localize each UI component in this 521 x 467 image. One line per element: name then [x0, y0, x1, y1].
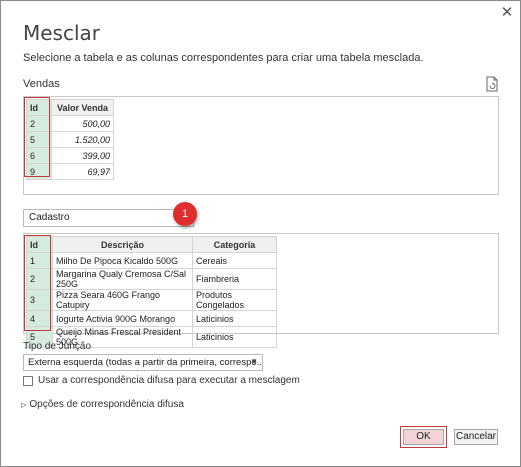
cell-id: 9	[26, 163, 52, 180]
join-type-select[interactable]: Externa esquerda (todas a partir da prim…	[23, 354, 263, 371]
cell-id: 1	[26, 252, 53, 269]
table2-grid: Id Descrição Categoria 1 Milho De Pipoca…	[26, 236, 277, 348]
cell-id: 4	[26, 310, 53, 327]
close-icon[interactable]: ✕	[498, 4, 516, 22]
ok-button[interactable]: OK	[403, 429, 444, 445]
chevron-down-icon: ▼	[250, 357, 258, 366]
cell-categoria: Laticinios	[192, 326, 277, 348]
column-header-id[interactable]: Id	[26, 99, 52, 116]
fuzzy-match-label: Usar a correspondência difusa para execu…	[38, 375, 300, 386]
cell-valor: 69,97	[51, 163, 114, 180]
table1-grid: Id Valor Venda 2 500,00 5 1.520,00 6 399…	[26, 99, 114, 180]
cell-descricao: Iogurte Activia 900G Morango	[52, 310, 193, 327]
fuzzy-options-expander[interactable]: ▷ Opções de correspondência difusa	[21, 399, 184, 410]
table1-preview-panel[interactable]: Id Valor Venda 2 500,00 5 1.520,00 6 399…	[23, 96, 499, 195]
refresh-icon[interactable]	[485, 76, 499, 92]
cell-id: 2	[26, 115, 52, 132]
fuzzy-match-checkbox[interactable]	[23, 375, 33, 386]
table-row: 1 Milho De Pipoca Kicaldo 500G Cereais	[26, 252, 277, 269]
table-row: 2 Margarina Qualy Cremosa C/Sal 250G Fia…	[26, 268, 277, 290]
column-header-id[interactable]: Id	[26, 236, 53, 253]
merge-dialog: ✕ Mesclar Selecione a tabela e as coluna…	[0, 0, 521, 467]
table2-select[interactable]: Cadastro	[23, 209, 194, 227]
table-row: 4 Iogurte Activia 900G Morango Laticinio…	[26, 310, 277, 327]
cell-id: 2	[26, 268, 53, 290]
cell-id: 3	[26, 289, 53, 311]
cell-categoria: Laticinios	[192, 310, 277, 327]
fuzzy-options-label: Opções de correspondência difusa	[29, 399, 184, 410]
join-type-value: Externa esquerda (todas a partir da prim…	[28, 357, 263, 368]
cell-categoria: Fiambreria	[192, 268, 277, 290]
table-row: 5 1.520,00	[26, 131, 114, 148]
column-header-categoria[interactable]: Categoria	[192, 236, 277, 253]
table-row: 6 399,00	[26, 147, 114, 164]
join-type-label: Tipo de Junção	[23, 341, 92, 352]
cell-id: 5	[26, 131, 52, 148]
table-row: 3 Pizza Seara 460G Frango Catupiry Produ…	[26, 289, 277, 311]
table-header-row: Id Descrição Categoria	[26, 236, 277, 253]
table2-preview-panel[interactable]: Id Descrição Categoria 1 Milho De Pipoca…	[23, 233, 499, 348]
cell-descricao: Margarina Qualy Cremosa C/Sal 250G	[52, 268, 193, 290]
chevron-right-icon: ▷	[21, 402, 27, 409]
cancel-button[interactable]: Cancelar	[454, 429, 498, 445]
step-badge: 1	[173, 202, 197, 226]
column-header-descricao[interactable]: Descrição	[52, 236, 193, 253]
fuzzy-match-row[interactable]: Usar a correspondência difusa para execu…	[23, 375, 300, 386]
cell-descricao: Pizza Seara 460G Frango Catupiry	[52, 289, 193, 311]
cell-categoria: Cereais	[192, 252, 277, 269]
cell-categoria: Produtos Congelados	[192, 289, 277, 311]
cell-valor: 399,00	[51, 147, 114, 164]
dialog-subtitle: Selecione a tabela e as colunas correspo…	[23, 52, 424, 64]
cell-valor: 1.520,00	[51, 131, 114, 148]
cell-valor: 500,00	[51, 115, 114, 132]
table-header-row: Id Valor Venda	[26, 99, 114, 116]
table-row: 9 69,97	[26, 163, 114, 180]
dialog-title: Mesclar	[23, 21, 101, 45]
table-row: 2 500,00	[26, 115, 114, 132]
cell-id: 6	[26, 147, 52, 164]
table1-name: Vendas	[23, 78, 60, 90]
column-header-valor-venda[interactable]: Valor Venda	[51, 99, 114, 116]
cell-descricao: Milho De Pipoca Kicaldo 500G	[52, 252, 193, 269]
